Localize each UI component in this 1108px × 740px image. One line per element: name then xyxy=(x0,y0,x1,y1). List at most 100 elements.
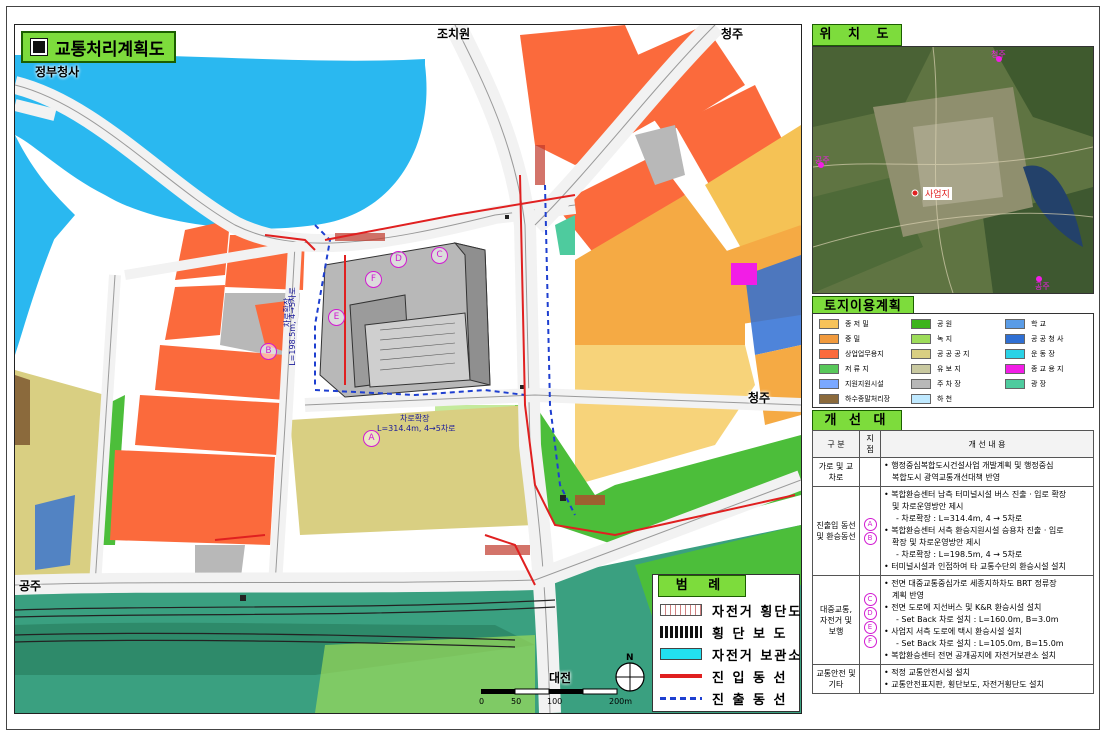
plan-description-line: - 차로확장 : L=314.4m, 4 → 5차로 xyxy=(896,514,1023,523)
label-jochiwon: 조치원 xyxy=(437,27,471,41)
legend-label-crosswalk: 횡 단 보 도 xyxy=(712,626,788,642)
landuse-swatch xyxy=(911,349,931,359)
plan-points xyxy=(859,664,881,694)
aerial-site-label: 사업지 xyxy=(923,187,952,200)
landuse-item: 하 천 xyxy=(911,393,952,405)
landuse-item: 광 장 xyxy=(1005,378,1046,390)
plan-description: • 행정중심복합도시건설사업 개발계획 및 행정중심복합도시 광역교통개선대책 … xyxy=(880,457,1094,487)
scale-tick-0: 0 xyxy=(479,697,485,706)
plan-description-line: • 사업지 서측 도로에 택시 환승시설 설치 xyxy=(884,627,1022,636)
marker-d[interactable]: D xyxy=(390,251,407,268)
plan-description-line: • 복합환승센터 전면 공개공지에 자전거보관소 설치 xyxy=(884,651,1056,660)
plan-point-marker: C xyxy=(863,592,877,606)
location-aerial-photo[interactable]: 사업지 청주 공주 공주 xyxy=(812,46,1094,294)
landuse-label: 종 교 용 지 xyxy=(1031,365,1064,373)
plan-description-line: • 복합환승센터 남측 터미널시설 버스 진출 · 입로 확장 xyxy=(884,490,1067,499)
marker-a[interactable]: A xyxy=(363,430,380,447)
landuse-swatch xyxy=(911,319,931,329)
landuse-label: 종 저 밀 xyxy=(845,320,869,328)
plan-row: 가로 및 교차로 • 행정중심복합도시건설사업 개발계획 및 행정중심복합도시 광… xyxy=(812,457,1094,487)
label-cheongju-top: 청주 xyxy=(721,27,744,41)
plan-description-line: • 전면 대중교통중심가로 세종지하차도 BRT 정류장 xyxy=(884,579,1057,588)
landuse-item: 하수종말처리장 xyxy=(819,393,890,405)
plan-body: 가로 및 교차로 • 행정중심복합도시건설사업 개발계획 및 행정중심복합도시 광… xyxy=(812,457,1094,694)
aerial-west-label: 공주 xyxy=(815,156,830,165)
aerial-photo-image xyxy=(813,47,1093,293)
header-category: 구 분 xyxy=(812,430,860,458)
plan-row: 진출입 동선 및 환승동선 A B • 복합환승센터 남측 터미널시설 버스 진출 ·… xyxy=(812,486,1094,576)
landuse-swatch xyxy=(819,394,839,404)
lane-expansion-b-spec: L=198.5m, 4→5차로 xyxy=(287,287,297,366)
plan-description-line: 확장 및 차로운영방안 제시 xyxy=(892,538,981,547)
legend-label-entry-flow: 진 입 동 선 xyxy=(712,670,788,686)
plan-points: CDEF xyxy=(859,575,881,665)
improvement-plan-table: 구 분 지점 개 선 내 용 가로 및 교차로 • 행정중심복합도시건설사업 개발… xyxy=(812,430,1094,694)
label-government-complex: 정부청사 xyxy=(35,65,80,79)
plan-point-marker: E xyxy=(863,620,877,634)
map-title-text: 교통처리계획도 xyxy=(55,39,165,60)
landuse-item: 학 교 xyxy=(1005,318,1046,330)
landuse-label: 주 차 장 xyxy=(937,380,961,388)
landuse-swatch xyxy=(819,379,839,389)
plan-category: 가로 및 교차로 xyxy=(812,457,860,487)
plan-category: 대중교통, 자전거 및 보행 xyxy=(812,575,860,665)
map-title: 교통처리계획도 xyxy=(21,31,177,63)
landuse-item: 지원지원시설 xyxy=(819,378,884,390)
landuse-label: 학 교 xyxy=(1031,320,1047,328)
marker-c[interactable]: C xyxy=(431,247,448,264)
landuse-swatch xyxy=(1005,364,1025,374)
plan-description-line: - Set Back 차로 설치 : L=160.0m, B=3.0m xyxy=(896,615,1059,624)
landuse-item: 유 보 지 xyxy=(911,363,961,375)
landuse-swatch xyxy=(1005,334,1025,344)
landuse-item: 주 차 장 xyxy=(911,378,961,390)
landuse-legend: 종 저 밀 공 원 학 교중 밀 녹 지 공 공 청 사 상업업무용지 공 공 공 지 운 동… xyxy=(812,313,1094,408)
landuse-label: 유 보 지 xyxy=(937,365,961,373)
plan-description-line: • 적정 교통안전시설 설치 xyxy=(884,668,970,677)
landuse-label: 공 원 xyxy=(937,320,953,328)
landuse-label: 광 장 xyxy=(1031,380,1047,388)
plan-category: 진출입 동선 및 환승동선 xyxy=(812,486,860,576)
marker-b[interactable]: B xyxy=(260,343,277,360)
label-cheongju-right: 청주 xyxy=(748,391,771,405)
legend-bicycle-storage: 자전거 보관소 xyxy=(660,644,802,664)
landuse-swatch xyxy=(911,334,931,344)
plan-description-line: • 행정중심복합도시건설사업 개발계획 및 행정중심 xyxy=(884,461,1054,470)
entry-arrow-icon xyxy=(660,674,702,678)
landuse-label: 하 천 xyxy=(937,395,953,403)
plan-description-line: - 차로확장 : L=198.5m, 4 → 5차로 xyxy=(896,550,1023,559)
plan-description-line: 계획 반영 xyxy=(892,591,924,600)
plan-description-line: • 전면 도로에 지선버스 및 K&R 환승시설 설치 xyxy=(884,603,1042,612)
landuse-label: 지원지원시설 xyxy=(845,380,884,388)
plan-description-line: - Set Back 차로 설치 : L=105.0m, B=15.0m xyxy=(896,639,1064,648)
plan-title: 개 선 대 책 xyxy=(812,410,902,448)
legend-label-bicycle-storage: 자전거 보관소 xyxy=(712,648,803,664)
landuse-item: 종 교 용 지 xyxy=(1005,363,1063,375)
landuse-label: 저 류 지 xyxy=(845,365,869,373)
header-content: 개 선 내 용 xyxy=(880,430,1094,458)
plan-points xyxy=(859,457,881,487)
landuse-label: 중 밀 xyxy=(845,335,861,343)
plan-row: 교통안전 및 기타 • 적정 교통안전시설 설치 • 교통안전표지판, 횡단보도, … xyxy=(812,664,1094,694)
legend-label-bicycle-crossing: 자전거 횡단도 xyxy=(712,604,803,620)
scale-tick-50: 50 xyxy=(511,697,522,706)
landuse-item: 공 원 xyxy=(911,318,952,330)
landuse-swatch xyxy=(911,394,931,404)
legend-bicycle-crossing: 자전거 횡단도 xyxy=(660,600,802,620)
legend-crosswalk: 횡 단 보 도 xyxy=(660,622,787,642)
landuse-swatch xyxy=(911,364,931,374)
scale-tick-100: 100 xyxy=(547,697,563,706)
marker-e[interactable]: E xyxy=(328,309,345,326)
plan-description-line: 복합도시 광역교통개선대책 반영 xyxy=(892,473,1001,482)
scale-tick-200: 200m xyxy=(609,697,633,706)
plan-point-marker: B xyxy=(863,531,877,545)
crosswalk-symbol xyxy=(660,626,702,638)
landuse-item: 종 저 밀 xyxy=(819,318,869,330)
legend-exit-flow: 진 출 동 선 xyxy=(660,688,787,708)
plan-row: 대중교통, 자전거 및 보행 C D E F • 전면 대중교통중심가로 세종지하차도 B… xyxy=(812,575,1094,665)
label-gongju: 공주 xyxy=(19,579,42,593)
marker-f[interactable]: F xyxy=(365,271,382,288)
legend-title: 범 례 xyxy=(658,575,746,597)
landuse-swatch xyxy=(911,379,931,389)
landuse-label: 하수종말처리장 xyxy=(845,395,891,403)
aerial-south-label: 공주 xyxy=(1035,282,1050,291)
